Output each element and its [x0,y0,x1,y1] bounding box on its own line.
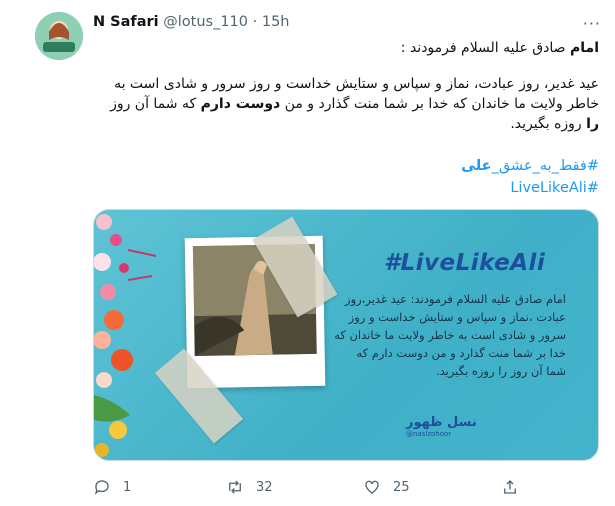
author-handle[interactable]: @lotus_110 [163,14,248,30]
like-count: 25 [393,479,410,495]
flowers-decoration [94,214,157,457]
hashtag-link-2[interactable]: #LiveLikeAli [510,180,599,196]
heart-icon [365,480,379,494]
media-title: #LiveLikeAli [384,250,546,276]
para-part2: که شما آن روز [110,96,201,112]
tweet-header: N Safari @lotus_110 · 15h [93,14,289,30]
share-icon [504,480,516,494]
logo-subtext: @naslzohoor [406,430,452,438]
para-bold1: دوست دارم [200,96,281,112]
action-bar: 1 32 25 [93,478,599,498]
para-bold2: را [586,116,599,132]
tweet-paragraph: عید غدیر، روز عبادت، نماز و سپاس و ستایش… [93,74,599,134]
reply-count: 1 [123,479,132,495]
like-button[interactable]: 25 [363,478,410,496]
retweet-button[interactable]: 32 [226,478,273,496]
hashtag1-part1: #فقط_به_عشق_ [491,158,599,174]
logo-text: نسل ظهور [406,415,477,430]
line1-rest: صادق علیه السلام فرمودند : [400,40,571,56]
timestamp[interactable]: 15h [262,14,290,30]
hashtag-link-1[interactable]: #فقط_به_عشق_علی [461,158,599,174]
line1-bold: امام [570,40,599,56]
more-icon[interactable]: ··· [583,14,601,33]
author-name[interactable]: N Safari [93,14,159,30]
media-text: امام صادق علیه السلام فرمودند: عید غدیر،… [334,292,566,378]
share-button[interactable] [501,478,519,496]
media-logo: نسل ظهور @naslzohoor [406,415,477,438]
tweet-media-image[interactable]: #LiveLikeAli امام صادق علیه السلام فرمود… [93,209,599,461]
tweet-line-1: امام صادق علیه السلام فرمودند : [93,38,599,58]
retweet-icon [229,480,241,494]
hashtag1-bold: علی [461,158,492,174]
reply-icon [94,480,109,495]
separator: · [252,14,258,30]
retweet-count: 32 [256,479,273,495]
tweet[interactable]: N Safari @lotus_110 · 15h ··· امام صادق … [0,0,615,506]
avatar[interactable] [35,12,83,60]
para-part3: روزه بگیرید. [510,116,587,132]
reply-button[interactable]: 1 [93,478,131,496]
